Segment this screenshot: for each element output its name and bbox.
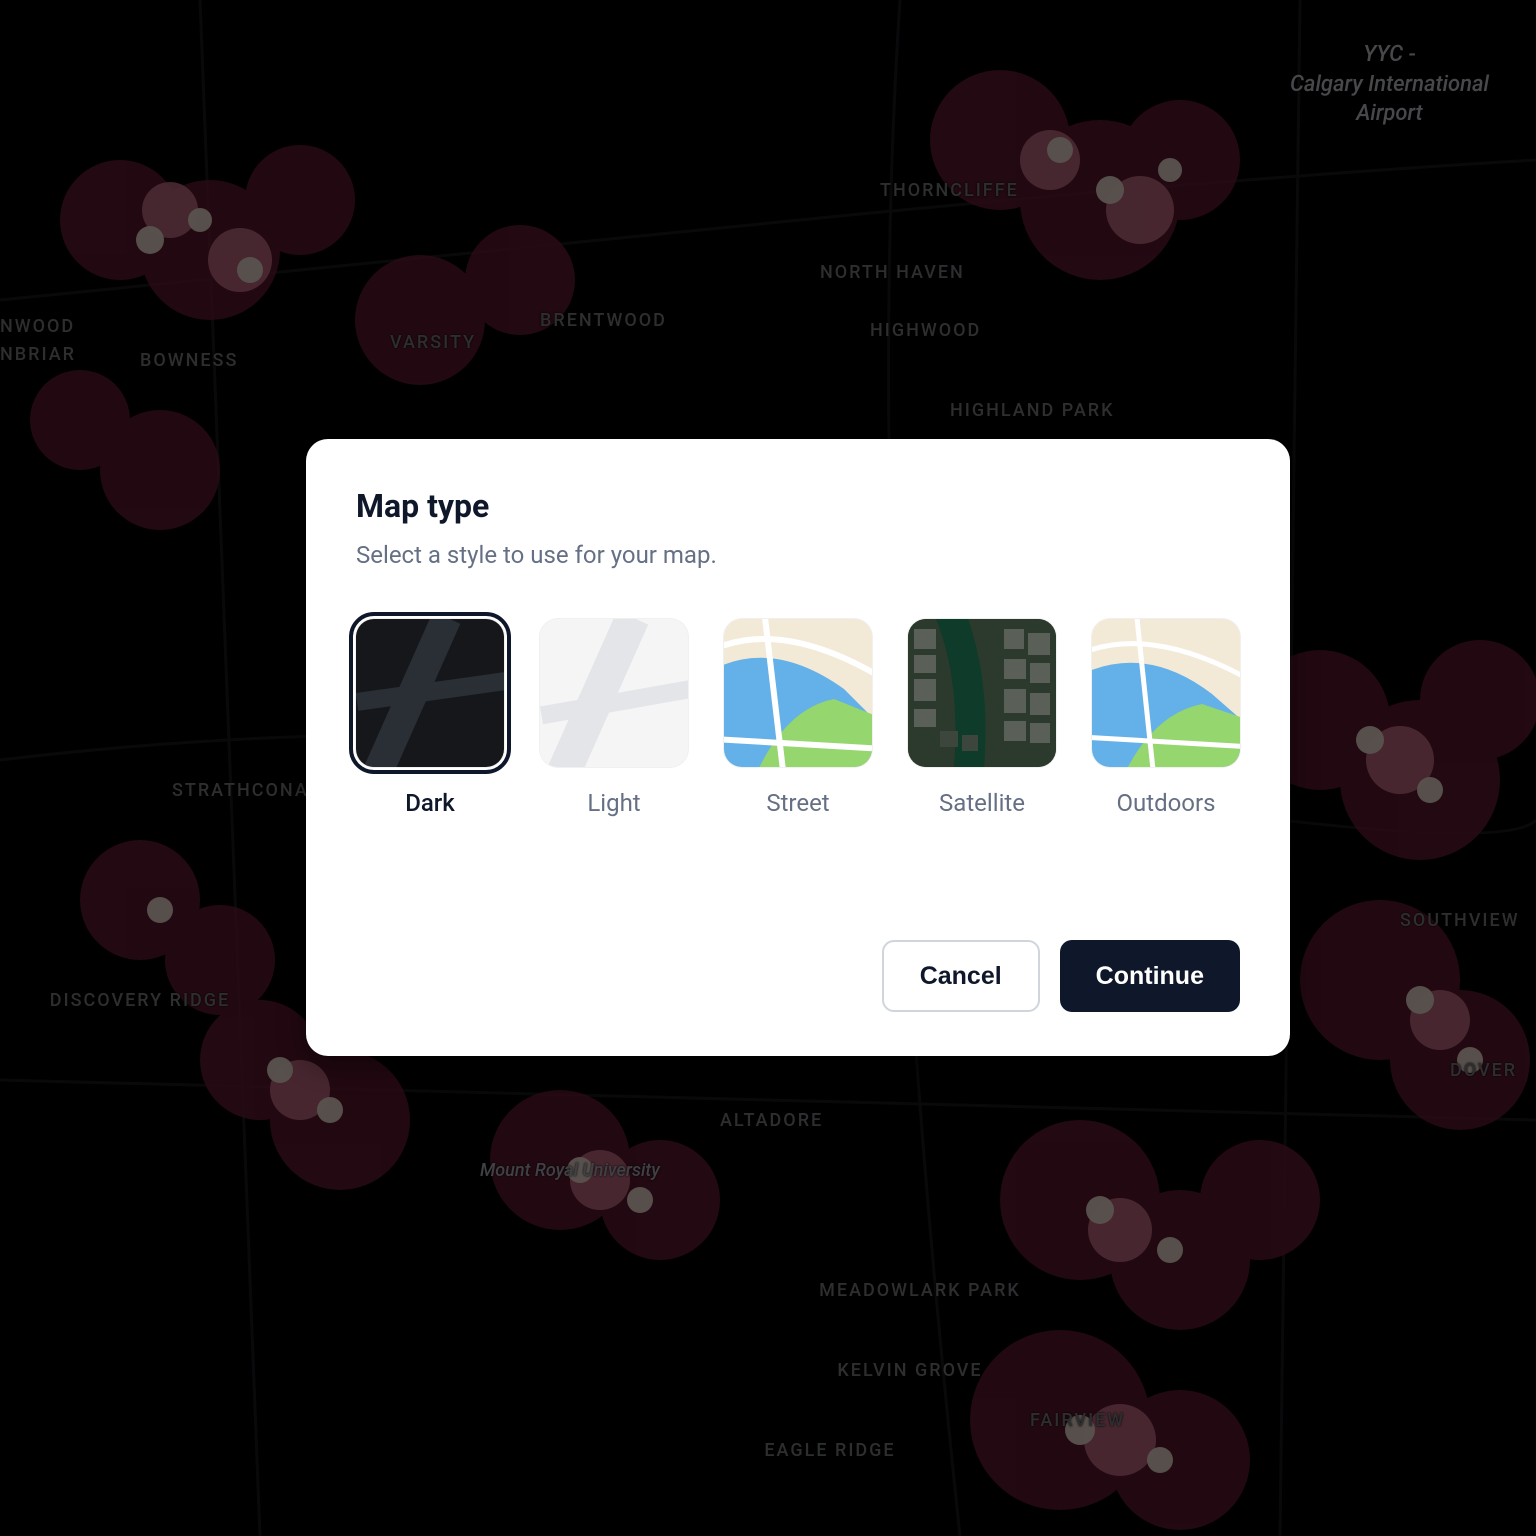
map-type-options: Dark Light Street	[356, 619, 1240, 817]
map-type-dialog: Map type Select a style to use for your …	[306, 439, 1290, 1056]
map-type-option-satellite[interactable]: Satellite	[908, 619, 1056, 817]
map-type-option-dark[interactable]: Dark	[356, 619, 504, 817]
map-thumbnail-outdoors	[1092, 619, 1240, 767]
map-type-label: Satellite	[939, 789, 1025, 817]
map-type-option-street[interactable]: Street	[724, 619, 872, 817]
map-thumbnail-satellite	[908, 619, 1056, 767]
map-thumbnail-dark	[356, 619, 504, 767]
map-type-label: Street	[766, 789, 829, 817]
map-type-label: Light	[587, 789, 640, 817]
dialog-title: Map type	[356, 487, 1240, 525]
map-thumbnail-light	[540, 619, 688, 767]
map-type-label: Dark	[405, 789, 455, 817]
continue-button[interactable]: Continue	[1060, 940, 1240, 1012]
map-type-option-light[interactable]: Light	[540, 619, 688, 817]
map-type-option-outdoors[interactable]: Outdoors	[1092, 619, 1240, 817]
map-type-label: Outdoors	[1116, 789, 1215, 817]
map-thumbnail-street	[724, 619, 872, 767]
cancel-button[interactable]: Cancel	[882, 940, 1040, 1012]
dialog-button-row: Cancel Continue	[356, 940, 1240, 1012]
dialog-subtitle: Select a style to use for your map.	[356, 541, 1240, 569]
